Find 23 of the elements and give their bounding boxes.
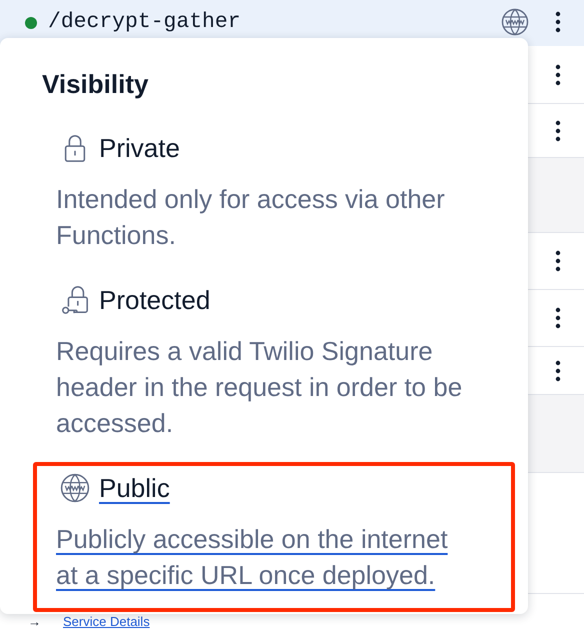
status-dot (25, 17, 37, 29)
arrow-glyph: → (28, 615, 41, 629)
visibility-option[interactable]: Private Intended only for access via other Functions. (33, 122, 515, 272)
globe-icon (60, 473, 90, 503)
visibility-option[interactable]: Public Publicly accessible on the internet at a specific URL once deployed. (33, 462, 515, 612)
service-details-link[interactable]: Service Details (63, 615, 150, 629)
option-description: Intended only for access via other Functions. (56, 183, 446, 252)
globe-icon (501, 8, 529, 36)
more-icon[interactable] (555, 250, 561, 272)
option-label: Protected (99, 284, 210, 316)
more-icon[interactable] (555, 360, 561, 382)
visibility-option[interactable]: Protected Requires a valid Twilio Signature header in the request in order to be accessed. (33, 274, 515, 460)
popover-title: Visibility (42, 69, 150, 99)
option-label: Public (99, 472, 170, 504)
lock-key-icon (60, 285, 90, 315)
route-path: /decrypt-gather (48, 9, 242, 36)
option-description: Requires a valid Twilio Signature header in the request in order to be accessed. (56, 335, 464, 440)
option-description: Publicly accessible on the internet at a specific URL once deployed. (56, 523, 449, 592)
more-icon[interactable] (555, 307, 561, 329)
more-icon[interactable] (555, 64, 561, 86)
more-icon[interactable] (555, 11, 561, 33)
option-label: Private (99, 132, 180, 164)
more-icon[interactable] (555, 120, 561, 142)
